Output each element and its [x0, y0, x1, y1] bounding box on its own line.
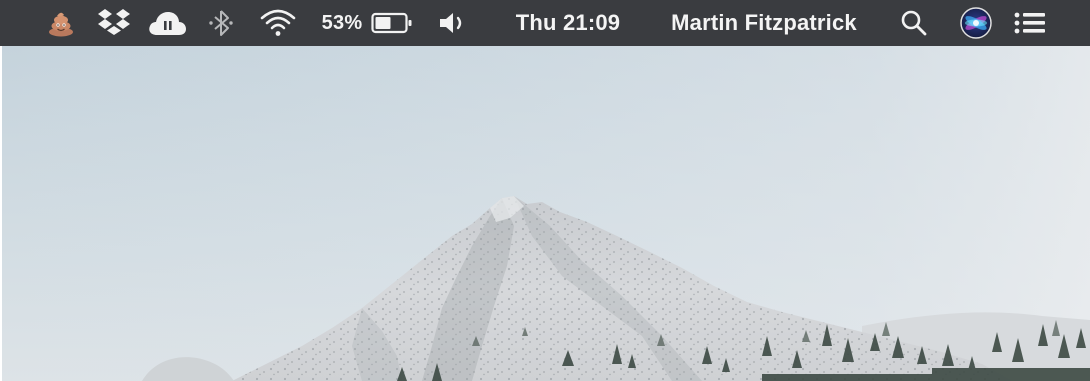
dropbox-icon[interactable] [94, 0, 134, 46]
desktop-wallpaper [2, 46, 1090, 381]
user-name-menu[interactable]: Martin Fitzpatrick [648, 0, 880, 46]
notification-center-icon[interactable] [1010, 0, 1050, 46]
battery-icon[interactable] [370, 0, 414, 46]
cloud-upload-icon[interactable] [146, 0, 188, 46]
screen: 53% Thu 21:09 Martin Fitzpatrick [0, 0, 1090, 381]
battery-percentage[interactable]: 53% [314, 0, 370, 46]
poop-emoji-icon[interactable] [44, 0, 78, 46]
wifi-icon[interactable] [256, 0, 300, 46]
volume-icon[interactable] [434, 0, 474, 46]
spotlight-search-icon[interactable] [896, 0, 932, 46]
clock[interactable]: Thu 21:09 [500, 0, 636, 46]
siri-icon[interactable] [956, 0, 996, 46]
wallpaper-image [2, 46, 1090, 381]
menu-bar: 53% Thu 21:09 Martin Fitzpatrick [0, 0, 1090, 46]
bluetooth-icon[interactable] [204, 0, 238, 46]
